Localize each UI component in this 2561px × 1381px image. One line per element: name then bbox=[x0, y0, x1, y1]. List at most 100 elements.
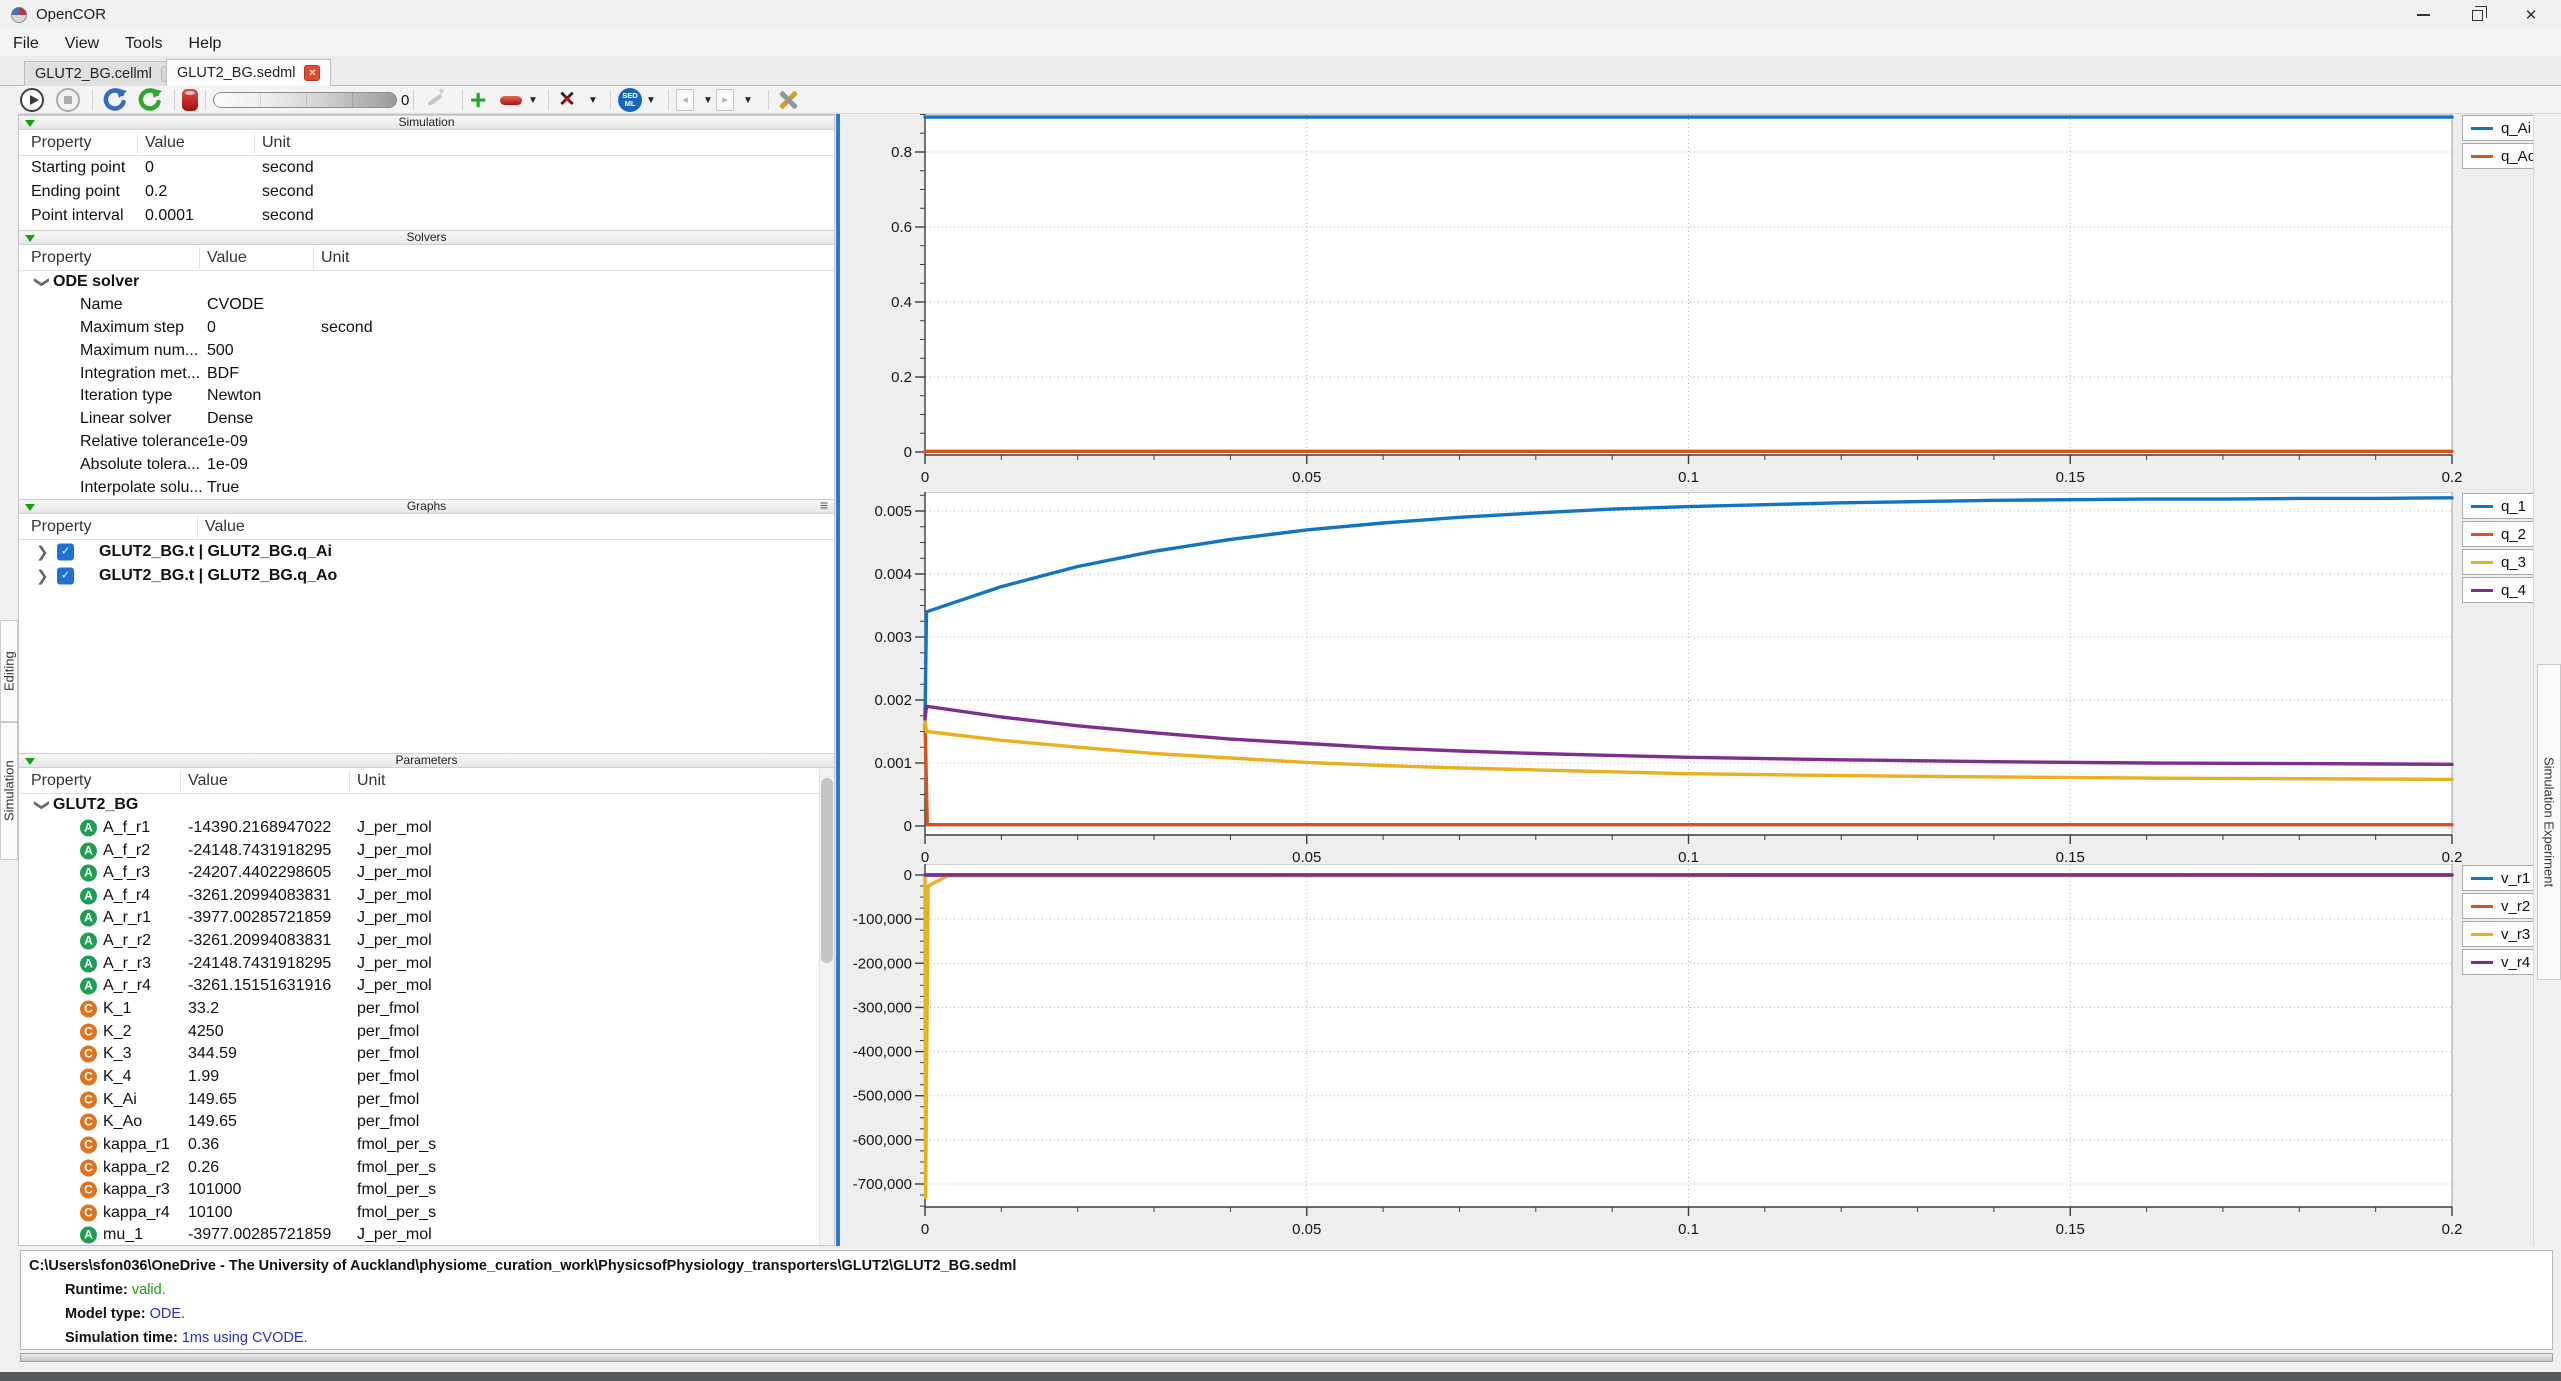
property-row[interactable]: AA_f_r4-3261.20994083831J_per_mol bbox=[19, 885, 834, 908]
remove-all-graphs-button[interactable] bbox=[556, 88, 578, 112]
property-row[interactable]: ❯✓GLUT2_BG.t | GLUT2_BG.q_Ao bbox=[19, 564, 834, 588]
menu-tools[interactable]: Tools bbox=[112, 30, 175, 56]
checkbox-checked[interactable]: ✓ bbox=[57, 543, 74, 560]
property-row[interactable]: Interpolate solu...True bbox=[19, 476, 834, 499]
property-row[interactable]: CK_24250per_fmol bbox=[19, 1020, 834, 1043]
property-row[interactable]: CK_Ao149.65per_fmol bbox=[19, 1111, 834, 1134]
property-row[interactable]: AA_f_r2-24148.7431918295J_per_mol bbox=[19, 839, 834, 862]
preferences-button[interactable] bbox=[776, 88, 800, 112]
sedml-export-dropdown[interactable]: ▼ bbox=[646, 88, 656, 112]
property-row[interactable]: AA_r_r1-3977.00285721859J_per_mol bbox=[19, 907, 834, 930]
close-button[interactable]: ✕ bbox=[2506, 0, 2556, 30]
graphs-section-header[interactable]: Graphs ≡ bbox=[19, 499, 834, 514]
parameters-section-header[interactable]: Parameters bbox=[19, 753, 834, 768]
property-row[interactable]: AA_r_r3-24148.7431918295J_per_mol bbox=[19, 952, 834, 975]
model-type-status: Model type: ODE. bbox=[21, 1302, 2552, 1326]
plus-icon: + bbox=[470, 89, 486, 111]
tab-glut2-bg-cellml[interactable]: GLUT2_BG.cellml ✕ bbox=[24, 61, 188, 86]
chevron-down-icon[interactable]: ❯ bbox=[33, 276, 51, 289]
property-row[interactable]: Ckappa_r3101000fmol_per_s bbox=[19, 1179, 834, 1202]
graph-panel-2[interactable]: 00.050.10.150.200.0010.0020.0030.0040.00… bbox=[842, 492, 2533, 864]
run-pause-button[interactable] bbox=[20, 88, 44, 112]
checkbox-checked[interactable]: ✓ bbox=[57, 567, 74, 584]
scrollbar-thumb[interactable] bbox=[821, 778, 833, 963]
mode-tab-simulation[interactable]: Simulation bbox=[0, 722, 18, 860]
graph-panel-1[interactable]: 00.050.10.150.200.20.40.60.8 bbox=[842, 114, 2533, 492]
minimize-button[interactable] bbox=[2398, 0, 2448, 30]
constant-icon: C bbox=[80, 1159, 97, 1176]
chevron-right-icon[interactable]: ❯ bbox=[36, 543, 49, 561]
property-row[interactable]: Maximum num...500 bbox=[19, 339, 834, 362]
graphs-menu-icon[interactable]: ≡ bbox=[820, 499, 828, 512]
property-unit: J_per_mol bbox=[357, 819, 432, 837]
property-value: -24148.7431918295 bbox=[188, 955, 331, 973]
property-row[interactable]: CK_3344.59per_fmol bbox=[19, 1043, 834, 1066]
reset-model-parameters-button[interactable] bbox=[102, 88, 128, 112]
property-row[interactable]: Relative tolerance1e-09 bbox=[19, 431, 834, 454]
menu-view[interactable]: View bbox=[52, 30, 112, 56]
plot-canvas[interactable]: 00.050.10.150.200.20.40.60.8 bbox=[842, 114, 2533, 492]
column-unit: Unit bbox=[357, 772, 385, 790]
remove-graph-panel-button[interactable] bbox=[500, 88, 522, 112]
property-row[interactable]: Ckappa_r10.36fmol_per_s bbox=[19, 1134, 834, 1157]
algebraic-variable-icon: A bbox=[80, 910, 97, 927]
simulation-delay-wheel[interactable] bbox=[213, 88, 397, 112]
mode-tab-editing[interactable]: Editing bbox=[0, 620, 18, 722]
svg-text:0.05: 0.05 bbox=[1292, 469, 1321, 486]
property-name: A_f_r1 bbox=[103, 819, 150, 837]
property-row[interactable]: AA_f_r1-14390.2168947022J_per_mol bbox=[19, 817, 834, 840]
tab-close-icon[interactable]: ✕ bbox=[304, 65, 320, 81]
import-data-dropdown[interactable]: ▼ bbox=[703, 88, 713, 112]
property-row[interactable]: ❯✓GLUT2_BG.t | GLUT2_BG.q_Ai bbox=[19, 540, 834, 564]
property-row[interactable]: CK_41.99per_fmol bbox=[19, 1066, 834, 1089]
development-mode-button[interactable] bbox=[423, 88, 447, 112]
stop-button[interactable] bbox=[56, 88, 80, 112]
column-unit: Unit bbox=[262, 134, 290, 152]
property-row[interactable]: Linear solverDense bbox=[19, 408, 834, 431]
model-type-value: ODE. bbox=[150, 1306, 185, 1322]
property-row[interactable]: CK_133.2per_fmol bbox=[19, 998, 834, 1021]
property-row[interactable]: Ckappa_r20.26fmol_per_s bbox=[19, 1156, 834, 1179]
property-row[interactable]: Amu_1-3977.00285721859J_per_mol bbox=[19, 1224, 834, 1246]
import-data-button[interactable]: ◂ bbox=[676, 88, 694, 112]
property-row[interactable]: CK_Ai149.65per_fmol bbox=[19, 1088, 834, 1111]
restore-button[interactable] bbox=[2452, 0, 2502, 30]
plot-canvas[interactable]: 00.050.10.150.20-100,000-200,000-300,000… bbox=[842, 864, 2533, 1246]
chevron-right-icon[interactable]: ❯ bbox=[36, 567, 49, 585]
property-value: 4250 bbox=[188, 1023, 224, 1041]
menu-help[interactable]: Help bbox=[176, 30, 235, 56]
sedml-export-button[interactable]: SEDML bbox=[618, 88, 642, 112]
tab-glut2-bg-sedml[interactable]: GLUT2_BG.sedml ✕ bbox=[166, 59, 331, 86]
clear-simulation-results-button[interactable] bbox=[137, 88, 163, 112]
property-row[interactable]: ❯GLUT2_BG bbox=[19, 794, 834, 817]
chevron-down-icon[interactable]: ❯ bbox=[33, 799, 51, 812]
property-row[interactable]: Integration met...BDF bbox=[19, 362, 834, 385]
property-row[interactable]: AA_r_r4-3261.15151631916J_per_mol bbox=[19, 975, 834, 998]
reset-state-button[interactable] bbox=[182, 88, 198, 112]
parameters-scrollbar[interactable] bbox=[819, 768, 834, 1246]
graph-panel-3[interactable]: 00.050.10.150.20-100,000-200,000-300,000… bbox=[842, 864, 2533, 1246]
export-data-button[interactable]: ▸ bbox=[716, 88, 734, 112]
property-row[interactable]: ❯ODE solver bbox=[19, 271, 834, 294]
property-row[interactable]: Iteration typeNewton bbox=[19, 385, 834, 408]
property-row[interactable]: Ckappa_r410100fmol_per_s bbox=[19, 1202, 834, 1225]
mode-tab-simulation-experiment[interactable]: Simulation Experiment bbox=[2537, 664, 2561, 980]
svg-text:-600,000: -600,000 bbox=[853, 1132, 912, 1149]
export-data-dropdown[interactable]: ▼ bbox=[743, 88, 753, 112]
property-row[interactable]: Point interval0.0001second bbox=[19, 204, 834, 228]
remove-graph-panel-dropdown[interactable]: ▼ bbox=[528, 88, 538, 112]
menu-file[interactable]: File bbox=[0, 30, 52, 56]
add-graph-panel-button[interactable]: + bbox=[470, 88, 486, 112]
plot-canvas[interactable]: 00.050.10.150.200.0010.0020.0030.0040.00… bbox=[842, 492, 2533, 864]
property-row[interactable]: AA_f_r3-24207.4402298605J_per_mol bbox=[19, 862, 834, 885]
property-row[interactable]: Absolute tolera...1e-09 bbox=[19, 453, 834, 476]
simulation-section-header[interactable]: Simulation bbox=[19, 115, 834, 130]
property-row[interactable]: Maximum step0second bbox=[19, 317, 834, 340]
property-row[interactable]: NameCVODE bbox=[19, 294, 834, 317]
remove-all-graphs-dropdown[interactable]: ▼ bbox=[588, 88, 598, 112]
solvers-section-header[interactable]: Solvers bbox=[19, 230, 834, 245]
property-row[interactable]: Starting point0second bbox=[19, 156, 834, 180]
panel-splitter[interactable] bbox=[836, 114, 840, 1246]
property-row[interactable]: AA_r_r2-3261.20994083831J_per_mol bbox=[19, 930, 834, 953]
property-row[interactable]: Ending point0.2second bbox=[19, 180, 834, 204]
